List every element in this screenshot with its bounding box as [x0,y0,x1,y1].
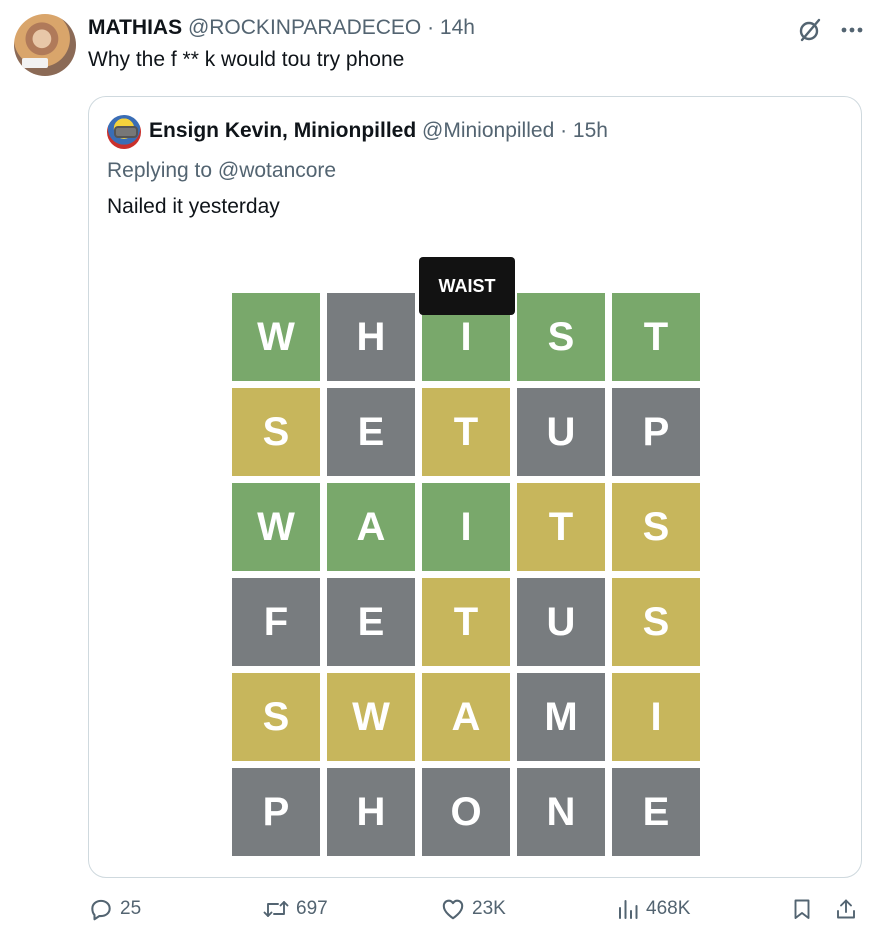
wordle-tile: W [232,483,320,571]
quote-text: Nailed it yesterday [107,195,280,218]
reply-count: 25 [120,898,142,919]
quote-time[interactable]: · 15h [560,119,608,142]
reply-button[interactable]: 25 [88,896,141,922]
quote-author-avatar[interactable] [107,115,141,149]
wordle-tile: S [232,673,320,761]
wordle-tile: P [232,768,320,856]
wordle-tile: E [612,768,700,856]
wordle-tile: S [517,293,605,381]
wordle-tile: T [517,483,605,571]
bookmark-button[interactable] [790,896,814,922]
author-handle[interactable]: @ROCKINPARADECEO [188,16,421,39]
wordle-grid: WHISTSETUPWAITSFETUSSWAMIPHONE [232,293,702,861]
wordle-tile: A [327,483,415,571]
wordle-tile: T [422,388,510,476]
wordle-tile: I [422,483,510,571]
wordle-tile: E [327,388,415,476]
wordle-tile: I [612,673,700,761]
wordle-tile: H [327,293,415,381]
wordle-tile: W [327,673,415,761]
replying-to[interactable]: Replying to @wotancore [107,159,336,183]
action-bar: 25 697 23K 468K [0,896,882,928]
views-button[interactable]: 468K [616,896,690,922]
wordle-tile: A [422,673,510,761]
wordle-tile: T [422,578,510,666]
wordle-tile: S [612,483,700,571]
share-icon [837,899,855,919]
like-count: 23K [472,898,506,919]
wordle-tile: M [517,673,605,761]
reply-icon [91,899,111,921]
wordle-tile: E [327,578,415,666]
retweet-icon [263,901,289,917]
bookmark-icon [794,899,810,919]
like-button[interactable]: 23K [440,896,506,922]
wordle-tile: W [232,293,320,381]
wordle-tile: S [232,388,320,476]
author-name[interactable]: MATHIAS [88,16,182,39]
share-button[interactable] [834,896,858,922]
views-icon [619,900,638,919]
tweet-text: Why the f ** k would tou try phone [88,48,405,71]
wordle-tile: P [612,388,700,476]
wordle-tile: F [232,578,320,666]
quote-header: Ensign Kevin, Minionpilled @Minionpilled… [149,119,608,143]
wordle-tile: T [612,293,700,381]
retweet-button[interactable]: 697 [262,896,328,922]
tweet-top-icons [796,16,864,44]
wordle-tile: S [612,578,700,666]
author-avatar[interactable] [14,14,76,76]
wordle-tile: N [517,768,605,856]
tweet-time[interactable]: · 14h [427,16,475,39]
wordle-tile: H [327,768,415,856]
quote-author-handle[interactable]: @Minionpilled [422,119,554,142]
heart-icon [442,899,464,920]
wordle-tile: O [422,768,510,856]
views-count: 468K [646,898,691,919]
wordle-tile: U [517,388,605,476]
retweet-count: 697 [296,898,328,919]
grok-slash-icon[interactable] [796,16,824,44]
tweet-header: MATHIAS @ROCKINPARADECEO · 14h [88,16,475,40]
wordle-tile: U [517,578,605,666]
quote-author-name[interactable]: Ensign Kevin, Minionpilled [149,119,416,142]
word-tooltip: WAIST [419,257,515,315]
more-icon[interactable] [840,26,864,34]
quoted-tweet[interactable]: Ensign Kevin, Minionpilled @Minionpilled… [88,96,862,878]
